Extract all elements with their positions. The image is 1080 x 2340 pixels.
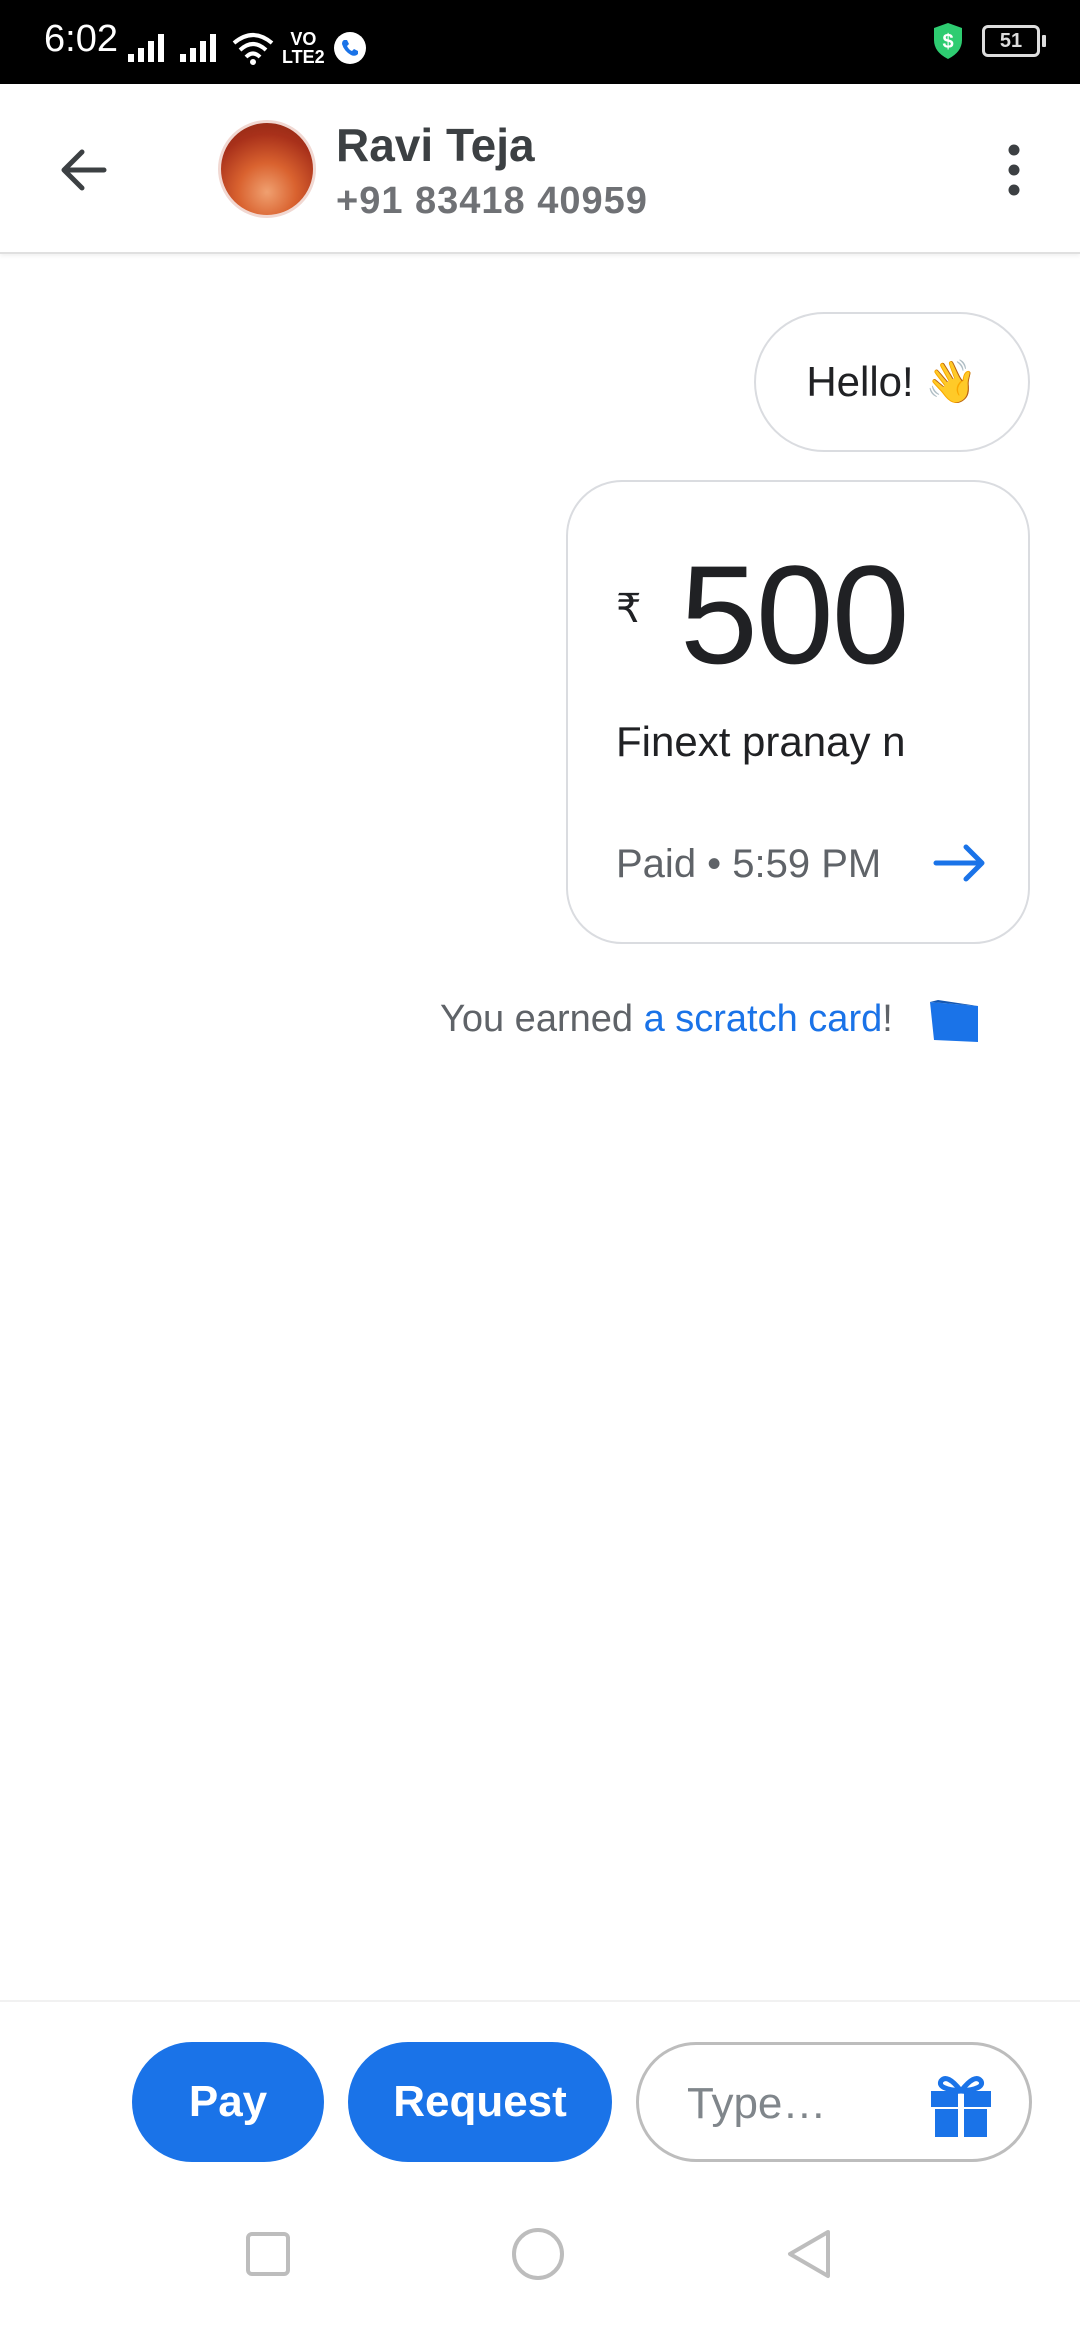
pay-button[interactable]: Pay [132,2042,324,2162]
recents-icon[interactable] [240,2226,296,2282]
payment-amount: 500 [680,536,910,693]
scratch-card-link[interactable]: a scratch card [644,998,883,1040]
reward-suffix: ! [882,998,893,1040]
payment-card[interactable]: ₹ 500 Finext pranay n Paid • 5:59 PM [566,480,1030,944]
more-vert-icon[interactable] [1000,138,1028,202]
arrow-left-icon[interactable] [52,138,116,202]
wifi-icon [232,33,274,65]
signal-icon [180,34,216,62]
message-bubble[interactable]: Hello! 👋 [754,312,1030,452]
currency-symbol: ₹ [616,587,642,631]
status-bar: 6:02 VO LTE2 $ 51 [0,0,1080,84]
arrow-right-icon[interactable] [930,838,990,888]
volte-indicator: VO LTE2 [282,29,325,67]
home-icon[interactable] [510,2226,566,2282]
svg-text:$: $ [942,31,953,53]
status-right: $ 51 [932,22,1046,60]
contact-name[interactable]: Ravi Teja [336,118,535,172]
shield-icon: $ [934,23,962,59]
payment-note: Finext pranay n [616,718,906,765]
payment-status: Paid • 5:59 PM [616,842,882,886]
avatar[interactable] [218,120,316,218]
signal-icon [128,34,164,62]
gift-icon[interactable] [925,2069,997,2141]
contact-phone: +91 83418 40959 [336,180,648,222]
status-time: 6:02 [44,18,118,60]
request-button[interactable]: Request [348,2042,612,2162]
reward-prefix: You earned [440,998,644,1040]
message-input[interactable] [685,2075,909,2133]
compose-bar: Pay Request [0,2000,1080,2182]
message-input-box[interactable] [636,2042,1032,2162]
system-nav-bar [0,2180,1080,2340]
call-icon [333,32,366,64]
reward-message: You earned a scratch card! [440,998,893,1041]
scratch-card-icon[interactable] [928,998,982,1044]
battery-icon: 51 [982,25,1046,57]
status-icons: VO LTE2 [128,24,367,72]
conversation-header: Ravi Teja +91 83418 40959 [0,84,1080,254]
back-nav-icon[interactable] [780,2226,836,2282]
